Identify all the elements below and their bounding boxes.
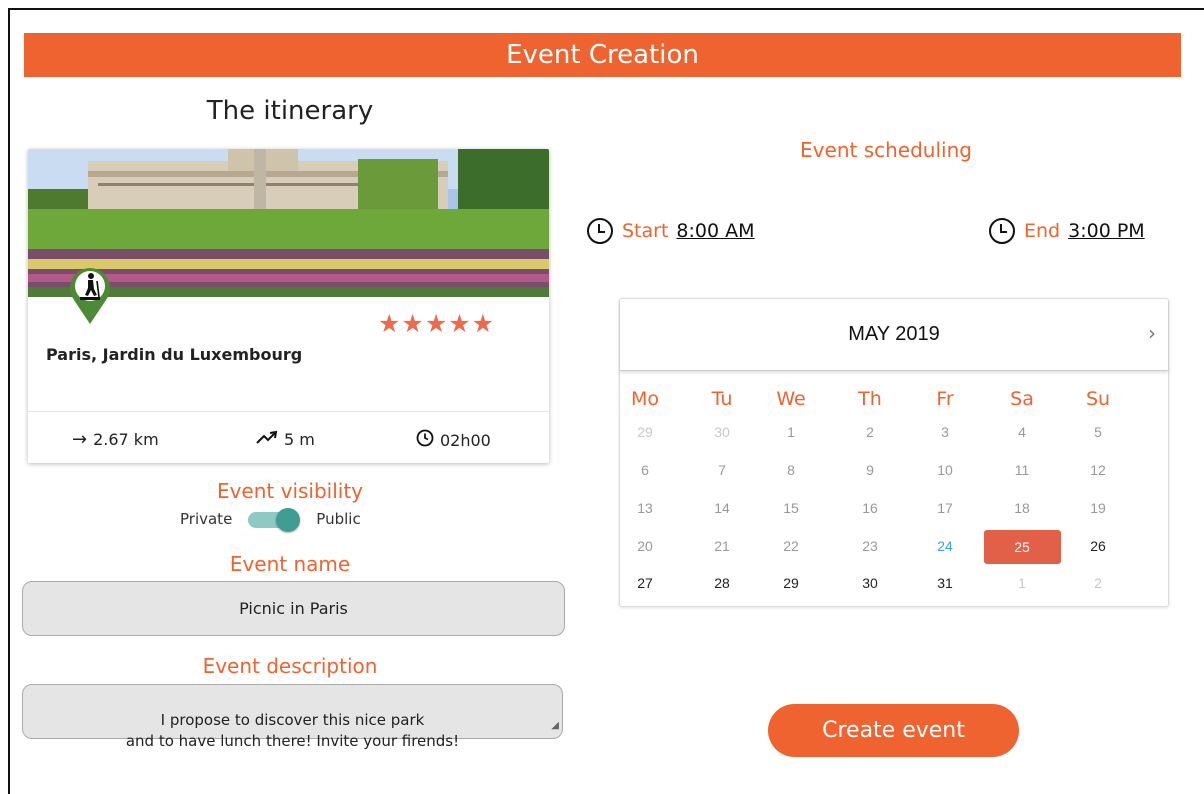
card-divider — [28, 411, 549, 412]
calendar-day[interactable]: 22 — [765, 538, 817, 554]
end-label: End — [1024, 220, 1061, 242]
calendar-month: MAY 2019 — [848, 323, 940, 345]
calendar-day[interactable]: 25 — [983, 530, 1061, 564]
duration-value: 02h00 — [440, 431, 491, 450]
start-label: Start — [622, 220, 669, 242]
duration-stat: 02h00 — [416, 429, 491, 452]
calendar-day[interactable]: 24 — [919, 538, 971, 554]
rating-stars: ★★★★★ — [378, 309, 496, 338]
calendar-day[interactable]: 27 — [619, 575, 671, 591]
itinerary-card[interactable]: ★★★★★ Paris, Jardin du Luxembourg → 2.67… — [28, 149, 549, 463]
calendar-header: MAY 2019 › — [620, 299, 1168, 371]
event-description-text: I propose to discover this nice park and… — [125, 711, 460, 750]
weekday-tu: Tu — [711, 388, 733, 410]
resize-handle-icon[interactable]: ◢ — [551, 715, 559, 736]
end-time-value[interactable]: 3:00 PM — [1068, 220, 1145, 242]
calendar-day-outside-month: 2 — [1094, 575, 1102, 591]
calendar-day[interactable]: 23 — [844, 538, 896, 554]
itinerary-title: The itinerary — [206, 96, 374, 126]
clock-icon — [416, 429, 434, 452]
calendar-day[interactable]: 3 — [919, 424, 971, 440]
calendar-day[interactable]: 9 — [844, 462, 896, 478]
start-clock-icon — [587, 218, 613, 244]
calendar-day[interactable]: 31 — [919, 575, 971, 591]
toggle-knob[interactable] — [276, 508, 301, 532]
calendar-day[interactable]: 4 — [996, 424, 1048, 440]
event-name-label: Event name — [229, 552, 351, 576]
calendar-day[interactable]: 12 — [1072, 462, 1124, 478]
calendar-day[interactable]: 15 — [765, 500, 817, 516]
elevation-value: 5 m — [284, 430, 315, 449]
calendar-day[interactable]: 18 — [996, 500, 1048, 516]
start-time[interactable]: Start 8:00 AM — [586, 217, 755, 245]
end-time[interactable]: End 3:00 PM — [988, 217, 1145, 245]
elevation-stat: 5 m — [256, 429, 315, 450]
calendar-day-outside-month: 29 — [637, 424, 653, 440]
calendar-day[interactable]: 28 — [696, 575, 748, 591]
weekday-th: Th — [858, 388, 882, 410]
distance-value: 2.67 km — [93, 430, 159, 449]
weekday-fr: Fr — [936, 388, 954, 410]
public-label: Public — [316, 510, 361, 528]
page-header: Event Creation — [24, 33, 1181, 77]
trending-up-icon — [256, 429, 278, 450]
calendar-day-outside-month: 1 — [1018, 575, 1026, 591]
visibility-label: Event visibility — [216, 479, 364, 503]
event-description-label: Event description — [202, 654, 378, 678]
place-name: Paris, Jardin du Luxembourg — [46, 345, 303, 364]
calendar-day[interactable]: 16 — [844, 500, 896, 516]
distance-stat: → 2.67 km — [72, 429, 159, 450]
calendar-day[interactable]: 10 — [919, 462, 971, 478]
calendar-day[interactable]: 19 — [1072, 500, 1124, 516]
event-name-input[interactable]: Picnic in Paris — [22, 581, 565, 636]
calendar-day[interactable]: 6 — [619, 462, 671, 478]
calendar-day[interactable]: 26 — [1072, 538, 1124, 554]
weekday-mo: Mo — [630, 388, 660, 410]
start-time-value[interactable]: 8:00 AM — [676, 220, 754, 242]
weekday-su: Su — [1085, 388, 1111, 410]
calendar-day[interactable]: 11 — [996, 462, 1048, 478]
date-picker[interactable]: MAY 2019 › Mo Tu We Th Fr Sa Su 29 30 1 2 3 4 5 6 7 8 9 10… — [619, 298, 1169, 607]
calendar-day[interactable]: 21 — [696, 538, 748, 554]
calendar-day[interactable]: 7 — [696, 462, 748, 478]
end-clock-icon — [989, 218, 1015, 244]
calendar-day[interactable]: 17 — [919, 500, 971, 516]
calendar-day[interactable]: 13 — [619, 500, 671, 516]
scheduling-label: Event scheduling — [800, 138, 972, 162]
calendar-day[interactable]: 30 — [844, 575, 896, 591]
visibility-row: Private Public — [180, 508, 361, 532]
arrow-right-icon: → — [72, 429, 88, 450]
event-description-textarea[interactable]: I propose to discover this nice park and… — [22, 684, 563, 750]
calendar-day[interactable]: 29 — [765, 575, 817, 591]
weekday-sa: Sa — [1010, 388, 1034, 410]
visibility-toggle[interactable] — [248, 508, 301, 532]
create-event-button[interactable]: Create event — [768, 704, 1019, 757]
hiker-pin-icon — [66, 264, 114, 326]
calendar-day[interactable]: 2 — [844, 424, 896, 440]
calendar-day[interactable]: 5 — [1072, 424, 1124, 440]
next-month-chevron-icon[interactable]: › — [1148, 321, 1156, 345]
calendar-day[interactable]: 1 — [765, 424, 817, 440]
calendar-day[interactable]: 20 — [619, 538, 671, 554]
private-label: Private — [180, 510, 233, 528]
weekday-we: We — [776, 388, 806, 410]
calendar-day[interactable]: 14 — [696, 500, 748, 516]
calendar-day-outside-month: 30 — [714, 424, 730, 440]
calendar-day[interactable]: 8 — [765, 462, 817, 478]
